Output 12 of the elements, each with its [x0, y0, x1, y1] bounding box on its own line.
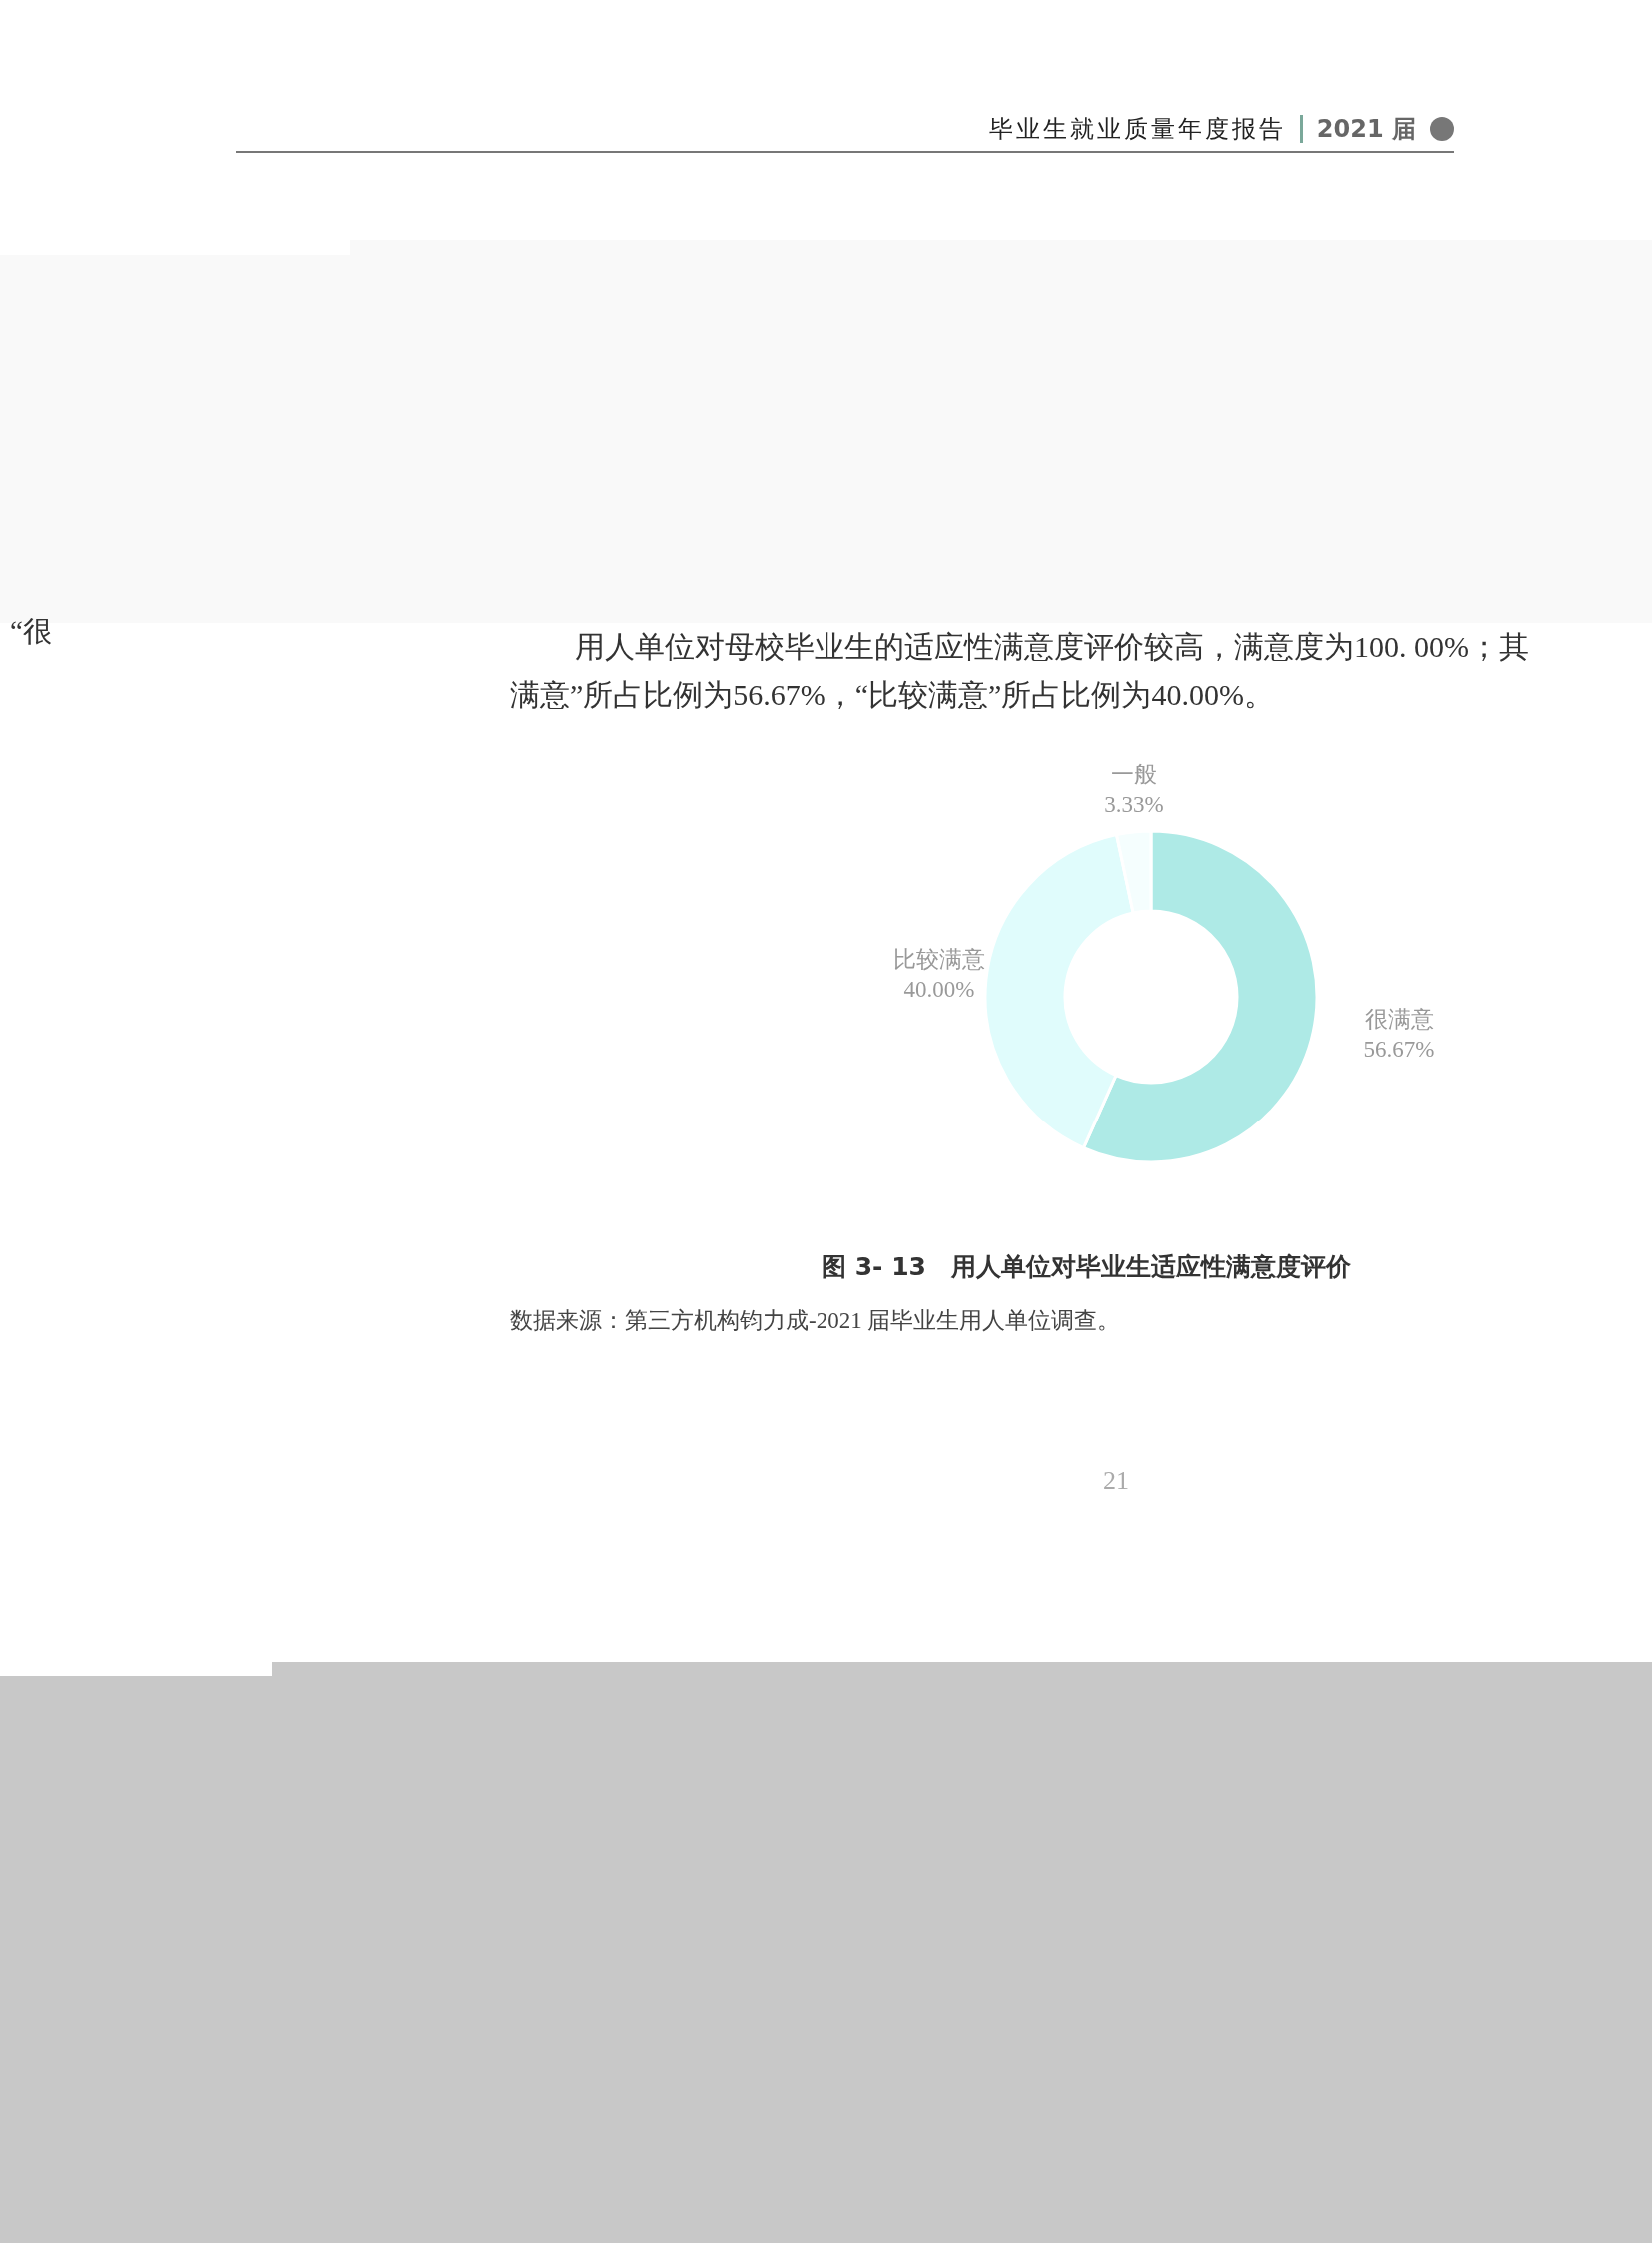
paragraph-line: 满意”所占比例为56.67%，“比较满意”所占比例为40.00%。: [510, 677, 1275, 713]
edition-label: 2021 届: [1316, 113, 1416, 145]
slice-label: 比较满意 40.00%: [893, 947, 985, 1002]
slice-label: 一般 3.33%: [1104, 762, 1164, 817]
margin-text: “很: [10, 614, 52, 649]
page-number: 21: [1103, 1466, 1130, 1496]
report-title: 毕业生就业质量年度报告: [988, 113, 1286, 145]
source-note: 数据来源：第三方机构钧力成-2021 届毕业生用人单位调查。: [510, 1307, 1122, 1335]
circle-icon: [1430, 116, 1454, 141]
slice-label: 很满意 56.67%: [1363, 1007, 1435, 1062]
figure-caption: 图 3- 13 用人单位对毕业生适应性满意度评价: [822, 1251, 1352, 1283]
paragraph-line: 用人单位对母校毕业生的适应性满意度评价较高，满意度为100. 00%；其: [575, 629, 1530, 665]
